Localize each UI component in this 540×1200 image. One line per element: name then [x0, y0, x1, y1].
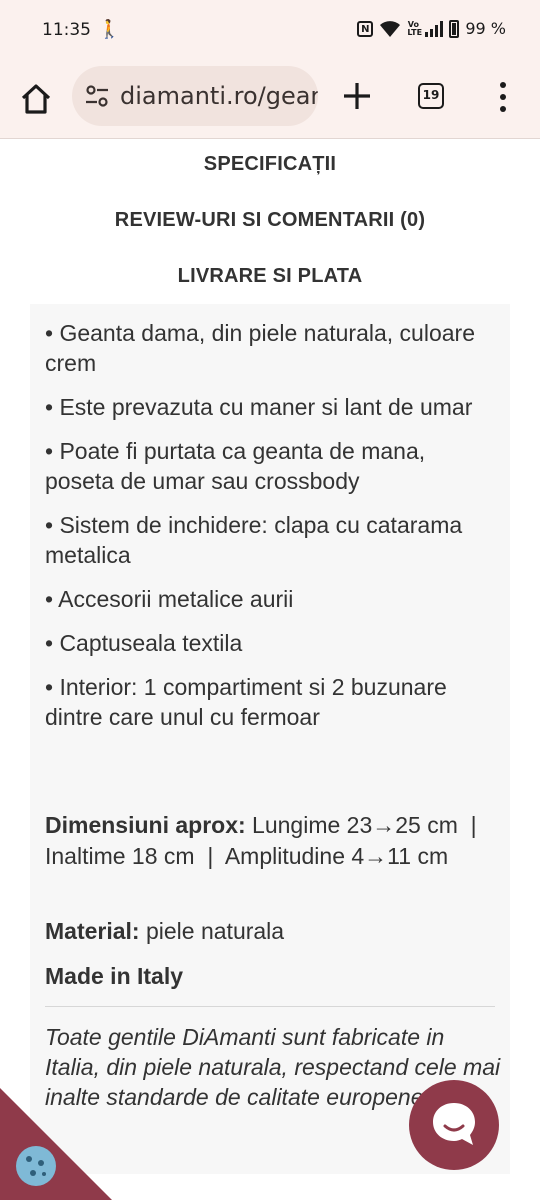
home-icon[interactable]	[18, 81, 54, 117]
spec-item: • Accesorii metalice aurii	[45, 586, 294, 612]
status-time: 11:35	[42, 20, 91, 40]
spec-item: • Poate fi purtata ca geanta de mana, po…	[45, 438, 426, 494]
tab-reviews[interactable]: REVIEW-URI SI COMENTARII (0)	[0, 209, 540, 232]
address-bar[interactable]: diamanti.ro/gear	[72, 66, 318, 126]
nfc-icon: N	[357, 20, 374, 37]
battery-icon	[449, 19, 460, 38]
status-icons: N Vo LTE 99 %	[357, 19, 506, 38]
tab-specifications[interactable]: SPECIFICAȚII	[0, 153, 540, 176]
spec-item: • Captuseala textila	[45, 630, 243, 656]
overflow-menu-icon[interactable]	[496, 82, 510, 112]
specifications-panel: • Geanta dama, din piele naturala, culoa…	[30, 304, 510, 1174]
tab-delivery-payment[interactable]: LIVRARE SI PLATA	[0, 265, 540, 288]
tab-switcher-button[interactable]: 19	[418, 83, 444, 109]
divider	[45, 1006, 495, 1007]
dimensions: Dimensiuni aprox: Lungime 23→25 cm | Ina…	[45, 810, 495, 872]
signal-icon	[425, 20, 444, 37]
volte-icon: Vo LTE	[407, 19, 423, 37]
spec-item: • Este prevazuta cu maner si lant de uma…	[45, 394, 473, 420]
battery-percent: 99 %	[465, 19, 506, 38]
url-text[interactable]: diamanti.ro/gear	[120, 82, 318, 110]
chat-icon	[433, 1103, 475, 1145]
dimensions-label: Dimensiuni aprox:	[45, 812, 246, 838]
wifi-icon	[380, 20, 401, 37]
cookie-icon[interactable]	[16, 1146, 56, 1186]
material-value: piele naturala	[139, 918, 285, 944]
spec-list: • Geanta dama, din piele naturala, culoa…	[45, 318, 500, 746]
cookie-settings-corner[interactable]	[0, 1088, 112, 1200]
new-tab-icon[interactable]	[340, 79, 374, 113]
chat-button[interactable]	[409, 1080, 499, 1170]
walking-icon: 🚶	[98, 19, 121, 40]
made-in-label: Made in Italy	[45, 963, 184, 989]
browser-toolbar: diamanti.ro/gear 19	[0, 62, 540, 139]
material-label: Material:	[45, 918, 140, 944]
status-bar: 11:35 🚶 N Vo LTE 99 %	[0, 0, 540, 62]
site-settings-icon[interactable]	[84, 83, 110, 109]
spec-item: • Interior: 1 compartiment si 2 buzunare…	[45, 674, 447, 730]
spec-item: • Geanta dama, din piele naturala, culoa…	[45, 320, 475, 376]
spec-item: • Sistem de inchidere: clapa cu catarama…	[45, 512, 463, 568]
material: Material: piele naturala	[45, 916, 284, 946]
